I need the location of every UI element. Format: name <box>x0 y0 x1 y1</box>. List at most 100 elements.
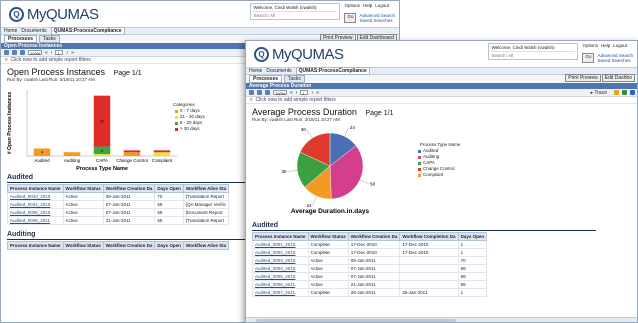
slice-leader-line <box>287 170 298 172</box>
tab-tasks[interactable]: Tasks <box>39 35 60 43</box>
trace-button[interactable]: ▸ Trace <box>591 90 607 96</box>
logout-link[interactable]: Logout <box>375 3 389 8</box>
column-header[interactable]: Days Open <box>154 241 184 250</box>
prev-page-icon[interactable]: ‹ <box>296 90 298 96</box>
process-instance-link[interactable]: Audited_0036_2011 <box>10 218 50 223</box>
help-link[interactable]: Help <box>601 43 610 48</box>
zoom-select[interactable]: 100% <box>28 50 42 56</box>
options-link[interactable]: Options <box>344 3 360 8</box>
zoom-select[interactable]: 100% <box>273 90 287 96</box>
last-page-icon[interactable]: » <box>71 50 74 56</box>
column-header[interactable]: Workflow Status <box>307 232 349 241</box>
legend-item-label: Complaint <box>423 172 444 177</box>
user-box: Welcome, Cindi Walsh (cwalsh) <box>250 3 341 20</box>
filter-icon[interactable] <box>12 50 17 55</box>
bookmark-icon[interactable] <box>614 90 619 95</box>
process-instance-link[interactable]: Audited_0005_2010 <box>255 274 295 279</box>
process-instance-link[interactable]: Audited_0002_2010 <box>255 250 295 255</box>
help-link[interactable]: Help <box>363 3 372 8</box>
saved-searches-link[interactable]: Saved Searches <box>597 58 633 63</box>
tab-process-compliance[interactable]: QUMAS:ProcessCompliance <box>295 67 370 75</box>
process-instance-link[interactable]: Audited_0007_2011 <box>255 290 295 295</box>
table-cell: Active <box>62 208 104 217</box>
go-button[interactable]: Go <box>582 53 595 63</box>
scrollbar-thumb[interactable] <box>256 319 456 322</box>
next-page-icon[interactable]: › <box>311 90 313 96</box>
process-instance-link[interactable]: Audited_0034_2010 <box>10 202 50 207</box>
x-tick-label: CAPA <box>96 158 108 163</box>
logo[interactable]: Q MyQUMAS <box>9 6 99 23</box>
print-icon[interactable] <box>20 50 25 55</box>
go-button[interactable]: Go <box>344 13 357 23</box>
process-instance-link[interactable]: Audited_0004_2010 <box>255 266 295 271</box>
column-header[interactable]: Workflow Status <box>62 184 104 193</box>
tab-tasks[interactable]: Tasks <box>284 75 305 83</box>
filter-icon[interactable] <box>257 90 262 95</box>
tab-documents[interactable]: Documents <box>21 28 46 34</box>
prev-page-icon[interactable]: ‹ <box>51 50 53 56</box>
export-icon[interactable] <box>249 90 254 95</box>
process-instance-link[interactable]: Audited_0035_2010 <box>10 210 50 215</box>
process-instance-link[interactable]: Audited_0033_2010 <box>10 194 50 199</box>
process-instance-link[interactable]: Audited_0003_2010 <box>255 258 295 263</box>
bar-segment[interactable] <box>153 152 171 156</box>
column-header[interactable]: Workflow Creation Da <box>102 241 156 250</box>
table-cell: 17-Dec-2010 <box>347 240 401 249</box>
tab-processes[interactable]: Processes <box>249 75 283 83</box>
saved-searches-link[interactable]: Saved Searches <box>359 18 395 23</box>
process-instance-link[interactable]: Audited_0001_2010 <box>255 242 295 247</box>
slice-leader-line <box>344 127 350 137</box>
filter-tip[interactable]: ★ Click now to add simple report filters <box>246 97 637 104</box>
user-bar: Welcome, Cindi Walsh (cwalsh) Options He… <box>488 43 633 63</box>
tab-documents[interactable]: Documents <box>266 68 291 74</box>
edit-dashboard-button[interactable]: Edit Dashbo <box>601 74 635 82</box>
slice-leader-line <box>312 196 317 206</box>
table-cell: [QA Manager Verific <box>182 200 230 209</box>
report-title-text: Average Process Duration <box>252 107 357 117</box>
column-header[interactable]: Workflow Creation Da <box>102 184 156 193</box>
column-header[interactable]: Days Open <box>457 232 488 241</box>
bar-segment[interactable] <box>93 154 111 156</box>
horizontal-scrollbar[interactable] <box>246 317 637 322</box>
next-page-icon[interactable]: › <box>66 50 68 56</box>
audited-table: Process Instance Name Workflow Status Work… <box>7 184 230 225</box>
bar-chart-legend: Categories 0 - 7 days 21 - 30 days 8 - 2… <box>173 102 205 132</box>
search-input[interactable] <box>253 12 338 18</box>
logo[interactable]: Q MyQUMAS <box>254 46 344 63</box>
settings-icon[interactable] <box>630 90 635 95</box>
first-page-icon[interactable]: « <box>290 90 293 96</box>
table-cell: 68 <box>457 272 488 281</box>
tab-processes[interactable]: Processes <box>4 35 38 43</box>
column-header[interactable]: Workflow Status <box>62 241 104 250</box>
column-header[interactable]: Days Open <box>154 184 184 193</box>
report-toolbar: 100% « ‹ 1 › » ▸ Trace <box>246 89 637 97</box>
last-page-icon[interactable]: » <box>316 90 319 96</box>
column-header[interactable]: Workflow Alive Sta <box>182 184 230 193</box>
tab-home[interactable]: Home <box>249 68 262 74</box>
column-header[interactable]: Process Instance Name <box>7 241 64 250</box>
export-icon[interactable] <box>4 50 9 55</box>
process-instance-link[interactable]: Audited_0006_2011 <box>255 282 295 287</box>
top-links: Options Help Logout <box>582 43 633 48</box>
bar-segment[interactable] <box>63 152 81 156</box>
bar-segment[interactable] <box>123 152 141 156</box>
options-link[interactable]: Options <box>582 43 598 48</box>
tab-home[interactable]: Home <box>4 28 17 34</box>
tab-process-compliance[interactable]: QUMAS:ProcessCompliance <box>50 27 125 35</box>
table-row: Audited_0005_2010 Active 07-Jan-2011 68 <box>252 272 488 281</box>
page-input[interactable]: 1 <box>55 50 64 56</box>
print-icon[interactable] <box>265 90 270 95</box>
logout-link[interactable]: Logout <box>613 43 627 48</box>
page-input[interactable]: 1 <box>300 90 309 96</box>
column-header[interactable]: Workflow Creation Da <box>347 232 401 241</box>
first-page-icon[interactable]: « <box>45 50 48 56</box>
column-header[interactable]: Process Instance Name <box>7 184 64 193</box>
print-preview-button[interactable]: Print Preview <box>565 74 601 82</box>
bar-segment[interactable] <box>123 150 141 153</box>
column-header[interactable]: Workflow Alive Sta <box>182 241 230 250</box>
search-input[interactable] <box>491 52 576 58</box>
column-header[interactable]: Workflow Completion Da <box>399 232 459 241</box>
bar-segment[interactable] <box>153 150 171 153</box>
refresh-icon[interactable] <box>622 90 627 95</box>
column-header[interactable]: Process Instance Name <box>252 232 309 241</box>
